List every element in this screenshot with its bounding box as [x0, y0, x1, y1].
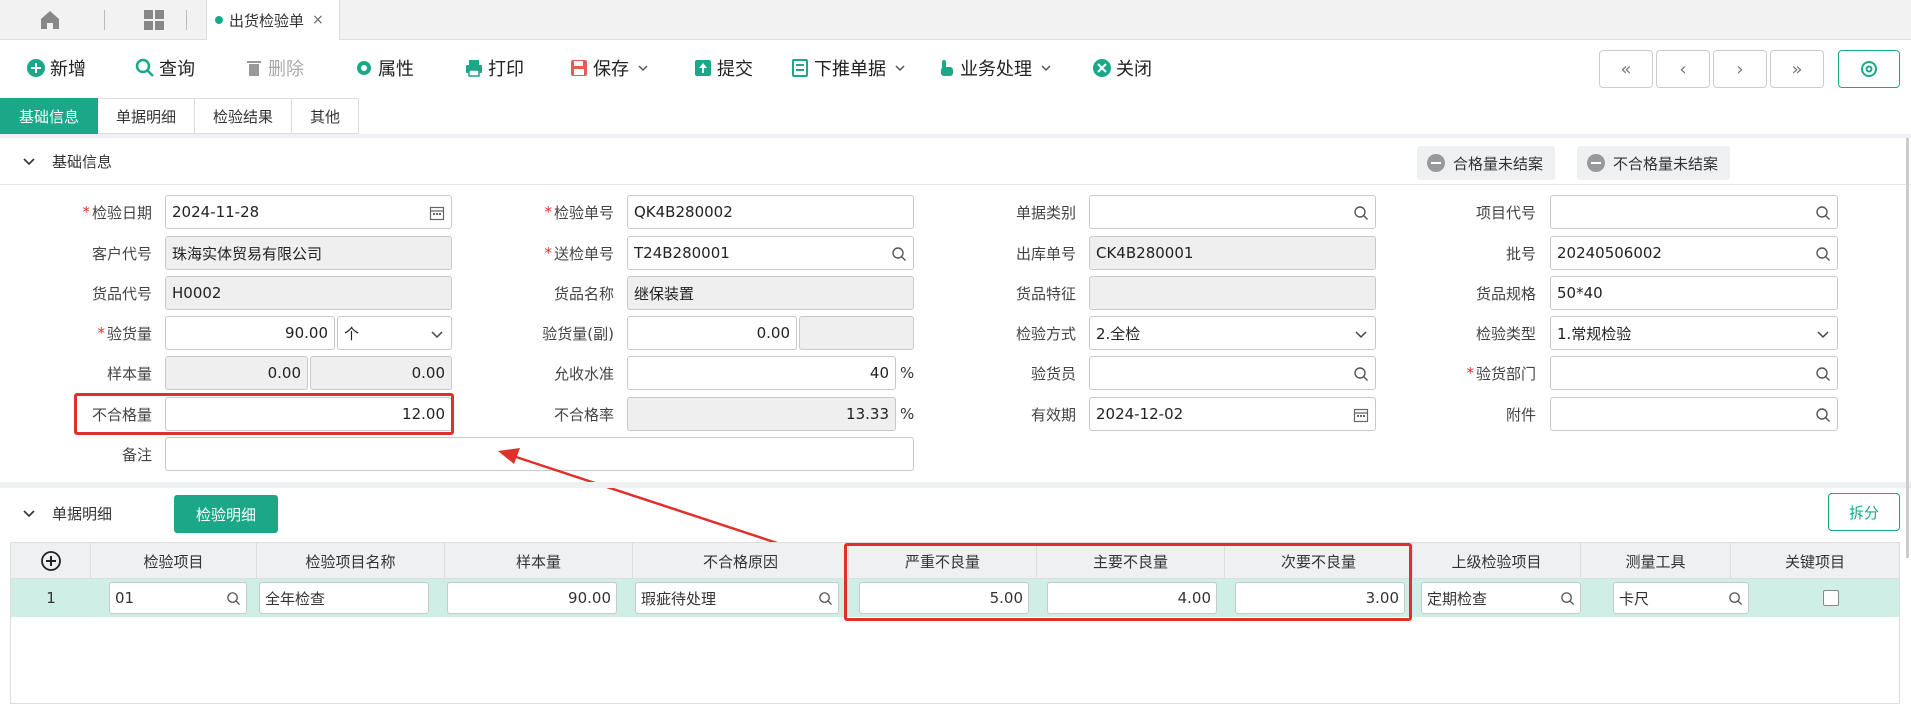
- chevron-down-icon[interactable]: [22, 506, 36, 520]
- search-icon[interactable]: [1560, 591, 1575, 606]
- search-icon[interactable]: [1728, 591, 1743, 606]
- split-button[interactable]: 拆分: [1828, 493, 1900, 531]
- scrollbar[interactable]: [1906, 138, 1909, 558]
- tool-cell[interactable]: 卡尺: [1613, 582, 1749, 614]
- search-icon[interactable]: [818, 591, 833, 606]
- reason-cell[interactable]: 瑕疵待处理: [635, 582, 839, 614]
- inspection-detail-tab[interactable]: 检验明细: [174, 495, 278, 533]
- col-header[interactable]: 样本量: [445, 543, 633, 579]
- divider: [0, 482, 1911, 488]
- col-header[interactable]: 检验项目: [91, 543, 257, 579]
- col-header[interactable]: 关键项目: [1731, 543, 1899, 579]
- section-title: 单据明细: [52, 504, 113, 523]
- parent-item-cell[interactable]: 定期检查: [1421, 582, 1581, 614]
- detail-header: 单据明细: [0, 490, 1911, 536]
- add-row-button[interactable]: [11, 543, 91, 579]
- item-cell[interactable]: 01: [109, 582, 247, 614]
- plus-circle-icon: [40, 551, 61, 571]
- col-header[interactable]: 测量工具: [1581, 543, 1731, 579]
- search-icon[interactable]: [226, 591, 241, 606]
- item-name-cell[interactable]: 全年检查: [259, 582, 429, 614]
- highlight-box: [844, 543, 1412, 621]
- col-header[interactable]: 检验项目名称: [257, 543, 445, 579]
- key-item-checkbox[interactable]: [1823, 590, 1839, 606]
- col-header[interactable]: 上级检验项目: [1413, 543, 1581, 579]
- row-number: 1: [46, 589, 56, 607]
- col-header[interactable]: 不合格原因: [633, 543, 849, 579]
- sample-cell[interactable]: 90.00: [447, 582, 617, 614]
